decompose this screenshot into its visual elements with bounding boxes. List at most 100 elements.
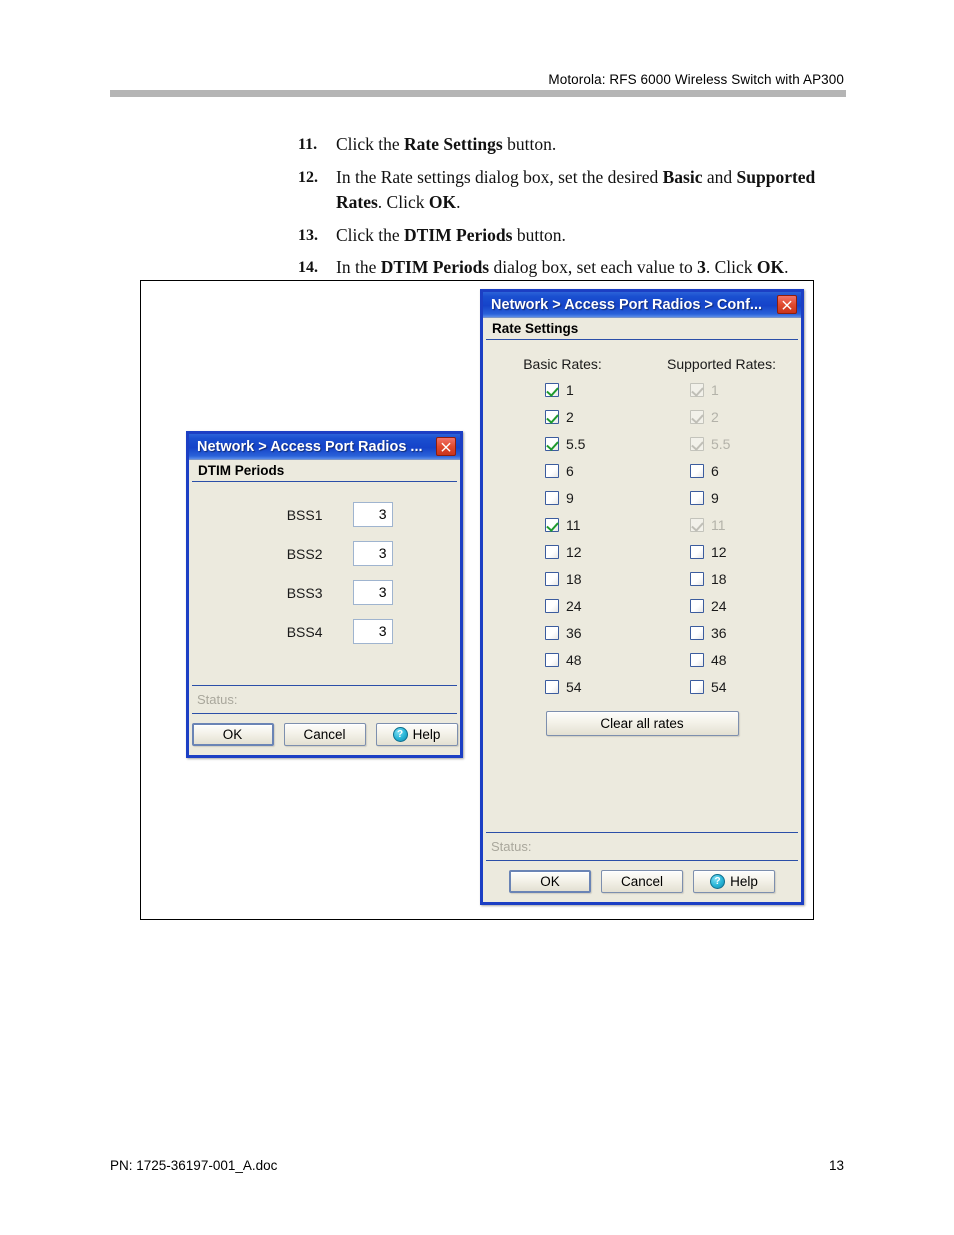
supported-rate-cell: 36 (642, 625, 801, 641)
step-number: 11. (298, 136, 318, 153)
supported-rate-label: 11 (711, 516, 726, 533)
rate-ok-button[interactable]: OK (509, 870, 591, 893)
step-number: 12. (298, 168, 318, 186)
supported-rate-checkbox-12[interactable] (690, 544, 704, 559)
supported-rate-cell: 12 (642, 544, 801, 560)
table-row: 54 54 (483, 673, 801, 700)
rate-body: Rate Settings Basic Rates: Supported Rat… (483, 317, 801, 902)
supported-rate-checkbox-11 (690, 517, 704, 532)
list-item: BSS4 3 (189, 619, 460, 644)
supported-rate-checkbox-54[interactable] (690, 679, 704, 694)
bss-label: BSS3 (286, 584, 323, 601)
basic-rate-cell: 54 (483, 679, 642, 695)
bss-label: BSS2 (286, 545, 323, 562)
supported-rate-cell: 9 (642, 490, 801, 506)
supported-rates-header: Supported Rates: (667, 356, 776, 372)
basic-rate-cell: 36 (483, 625, 642, 641)
supported-rate-checkbox-48[interactable] (690, 652, 704, 667)
supported-rate-cell: 24 (642, 598, 801, 614)
supported-rate-label: 24 (711, 597, 727, 614)
page-header-title: Motorola: RFS 6000 Wireless Switch with … (548, 72, 844, 87)
supported-rate-checkbox-2 (690, 409, 704, 424)
basic-rate-cell: 18 (483, 571, 642, 587)
basic-rate-label: 9 (566, 489, 574, 506)
supported-rate-label: 2 (711, 408, 719, 425)
basic-rate-checkbox-2[interactable] (545, 409, 559, 424)
rate-cancel-button[interactable]: Cancel (601, 870, 683, 893)
figure-screenshot-frame: Network > Access Port Radios ... DTIM Pe… (140, 280, 814, 920)
clear-rates-row: Clear all rates (483, 700, 801, 736)
basic-rate-checkbox-36[interactable] (545, 625, 559, 640)
list-item: 11. Click the Rate Settings button. (298, 132, 843, 158)
supported-rate-label: 54 (711, 678, 727, 695)
dtim-cancel-button[interactable]: Cancel (283, 723, 366, 746)
dtim-window-title: Network > Access Port Radios ... (197, 438, 423, 455)
list-item: 12. In the Rate settings dialog box, set… (298, 165, 843, 216)
basic-rate-checkbox-54[interactable] (545, 679, 559, 694)
bss1-value-input[interactable]: 3 (352, 502, 393, 527)
basic-rate-checkbox-1[interactable] (545, 382, 559, 397)
supported-rate-checkbox-18[interactable] (690, 571, 704, 586)
clear-all-rates-button[interactable]: Clear all rates (545, 711, 739, 736)
basic-rate-checkbox-12[interactable] (545, 544, 559, 559)
supported-rate-label: 48 (711, 651, 727, 668)
supported-rate-checkbox-9[interactable] (690, 490, 704, 505)
basic-rate-checkbox-6[interactable] (545, 463, 559, 478)
basic-rate-checkbox-5.5[interactable] (545, 436, 559, 451)
table-row: 11 (483, 376, 801, 403)
basic-rate-checkbox-18[interactable] (545, 571, 559, 586)
dtim-periods-dialog[interactable]: Network > Access Port Radios ... DTIM Pe… (186, 431, 463, 758)
basic-rate-cell: 11 (483, 517, 642, 533)
rate-help-button[interactable]: ? Help (693, 870, 775, 893)
basic-rate-cell: 5.5 (483, 436, 642, 452)
bss2-value-input[interactable]: 3 (352, 541, 393, 566)
step-text: Click the DTIM Periods button. (336, 224, 566, 245)
footer-page-number: 13 (828, 1158, 844, 1173)
dtim-panel-title: DTIM Periods (192, 460, 457, 482)
dtim-ok-button[interactable]: OK (191, 723, 274, 746)
basic-rate-checkbox-24[interactable] (545, 598, 559, 613)
dtim-status-bar: Status: (192, 685, 457, 714)
dtim-button-row: OK Cancel ? Help (189, 714, 460, 755)
dtim-content: BSS1 3 BSS2 3 BSS3 3 BSS4 3 (189, 482, 460, 679)
basic-rate-checkbox-11[interactable] (545, 517, 559, 532)
supported-rate-cell: 2 (642, 409, 801, 425)
dtim-help-button[interactable]: ? Help (375, 723, 458, 746)
bss4-value-input[interactable]: 3 (352, 619, 393, 644)
dtim-titlebar[interactable]: Network > Access Port Radios ... (189, 434, 460, 459)
basic-rate-label: 1 (566, 381, 574, 398)
supported-rate-label: 9 (711, 489, 719, 506)
basic-rate-checkbox-9[interactable] (545, 490, 559, 505)
basic-rate-cell: 48 (483, 652, 642, 668)
question-mark-icon: ? (392, 727, 408, 742)
supported-rate-cell: 18 (642, 571, 801, 587)
close-icon[interactable] (436, 437, 456, 456)
supported-rate-label: 18 (711, 570, 727, 587)
rate-status-bar: Status: (486, 832, 798, 861)
basic-rate-label: 24 (566, 597, 582, 614)
bss-field-list: BSS1 3 BSS2 3 BSS3 3 BSS4 3 (189, 482, 460, 644)
basic-rate-label: 54 (566, 678, 582, 695)
close-icon[interactable] (777, 295, 797, 314)
rate-window-title: Network > Access Port Radios > Conf... (491, 296, 763, 313)
step-number: 13. (298, 226, 318, 244)
supported-rate-label: 1 (711, 381, 719, 398)
supported-rate-checkbox-36[interactable] (690, 625, 704, 640)
rate-titlebar[interactable]: Network > Access Port Radios > Conf... (483, 292, 801, 317)
list-item: BSS2 3 (189, 541, 460, 566)
basic-rate-cell: 12 (483, 544, 642, 560)
table-row: 5.5 5.5 (483, 430, 801, 457)
basic-rate-checkbox-48[interactable] (545, 652, 559, 667)
supported-rate-checkbox-24[interactable] (690, 598, 704, 613)
list-item: BSS3 3 (189, 580, 460, 605)
supported-rate-cell: 54 (642, 679, 801, 695)
supported-rate-checkbox-6[interactable] (690, 463, 704, 478)
bss3-value-input[interactable]: 3 (352, 580, 393, 605)
rate-settings-dialog[interactable]: Network > Access Port Radios > Conf... R… (480, 289, 804, 905)
supported-rate-label: 6 (711, 462, 719, 479)
basic-rate-label: 11 (566, 516, 581, 533)
basic-rate-cell: 6 (483, 463, 642, 479)
supported-rate-cell: 6 (642, 463, 801, 479)
table-row: 48 48 (483, 646, 801, 673)
list-item: BSS1 3 (189, 502, 460, 527)
